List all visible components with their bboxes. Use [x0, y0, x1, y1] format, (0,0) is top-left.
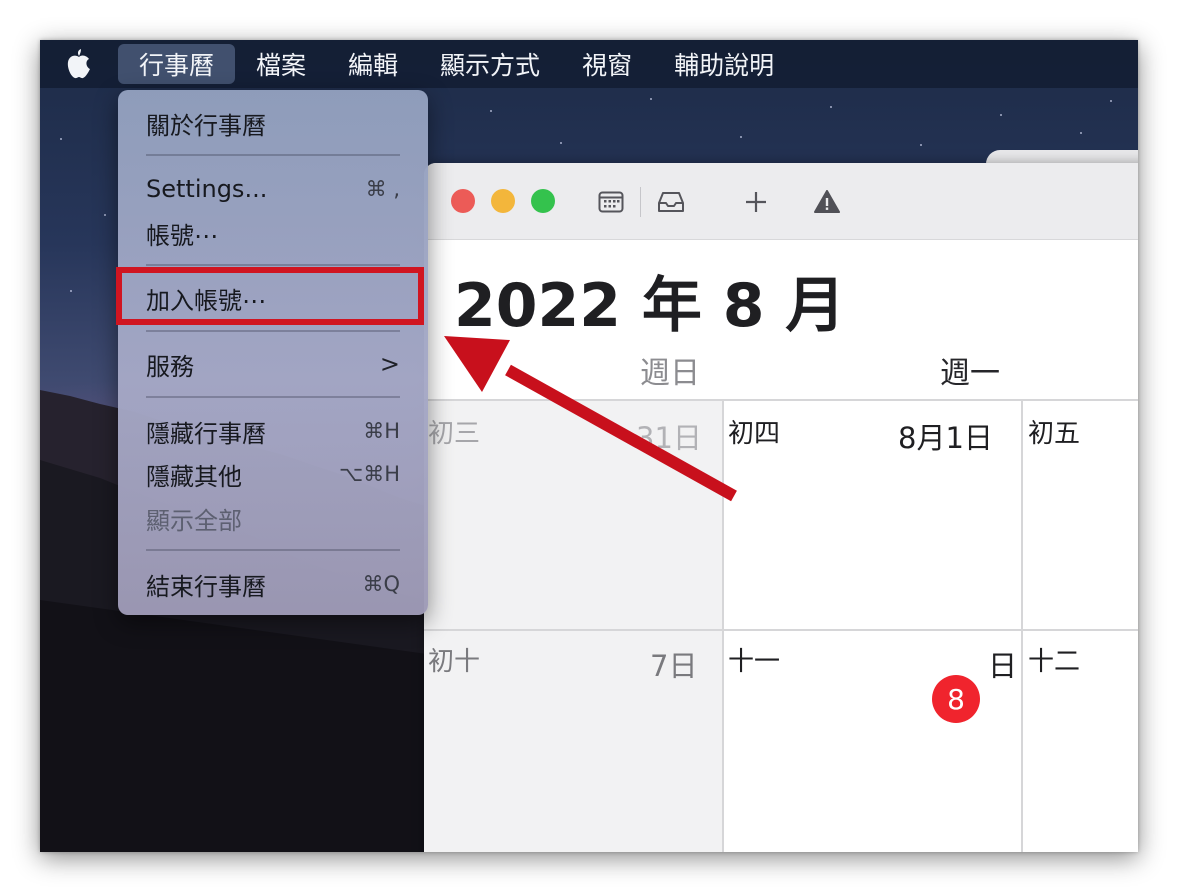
alert-icon[interactable] [810, 185, 844, 219]
menu-help[interactable]: 輔助說明 [653, 44, 795, 84]
star [70, 290, 72, 292]
menu-calendar[interactable]: 行事曆 [118, 44, 236, 84]
menu-item-quit[interactable]: 結束行事曆 ⌘Q [146, 564, 400, 604]
menu-edit[interactable]: 編輯 [327, 44, 419, 84]
shortcut-label: ⌘ , [365, 177, 400, 201]
lunar-date: 十二 [1028, 647, 1081, 677]
shortcut-label: ⌘Q [362, 572, 400, 596]
menu-separator [146, 154, 400, 156]
day-number: 7日 [650, 649, 698, 683]
menu-item-label: 帳號⋯ [146, 221, 218, 250]
close-button[interactable] [451, 189, 475, 213]
calendar-app-menu: 關於行事曆 Settings... ⌘ , 帳號⋯ 加入帳號⋯ 服務 > 隱藏行… [116, 90, 428, 615]
window-toolbar [424, 163, 1138, 240]
star [60, 138, 62, 140]
lunar-date: 初十 [428, 647, 481, 677]
screenshot-frame: 行事曆 檔案 編輯 顯示方式 視窗 輔助說明 2022 年 8 月 週日 週一 … [40, 40, 1138, 852]
menu-view[interactable]: 顯示方式 [419, 44, 561, 84]
weekday-sunday: 週日 [640, 356, 700, 391]
menu-separator [146, 330, 400, 332]
toolbar-divider [640, 187, 641, 217]
menu-separator [146, 396, 400, 398]
star [650, 98, 652, 100]
star [490, 110, 492, 112]
today-badge: 8 [932, 675, 980, 723]
star [560, 142, 562, 144]
weekend-column [424, 401, 724, 852]
menu-separator [146, 549, 400, 551]
grid-line [722, 399, 724, 852]
month-title: 2022 年 8 月 [454, 271, 846, 341]
day-number: 8月1日 [898, 421, 993, 455]
menu-item-label: 服務 [146, 352, 194, 381]
menu-item-hide-others[interactable]: 隱藏其他 ⌥⌘H [146, 454, 400, 494]
zoom-button[interactable] [531, 189, 555, 213]
calendar-window: 2022 年 8 月 週日 週一 初三 31日 初四 8月1日 初五 初十 7日… [424, 163, 1138, 852]
lunar-date: 初四 [728, 419, 781, 449]
shortcut-label: ⌥⌘H [339, 462, 400, 486]
menu-item-label: 隱藏行事曆 [146, 419, 266, 448]
day-suffix: 日 [988, 649, 1018, 683]
menu-item-label: Settings... [146, 175, 268, 203]
day-number: 31日 [636, 421, 702, 455]
inbox-icon[interactable] [654, 185, 688, 219]
highlight-box [116, 267, 424, 325]
shortcut-label: ⌘H [363, 419, 400, 443]
menu-item-settings[interactable]: Settings... ⌘ , [146, 169, 400, 209]
lunar-date: 初五 [1028, 419, 1081, 449]
grid-line [424, 399, 1138, 401]
menu-item-label: 結束行事曆 [146, 572, 266, 601]
menu-item-show-all: 顯示全部 [146, 498, 400, 538]
minimize-button[interactable] [491, 189, 515, 213]
star [920, 144, 922, 146]
menu-item-label: 關於行事曆 [146, 111, 266, 140]
grid-line [1021, 399, 1023, 852]
star [1080, 132, 1082, 134]
add-event-icon[interactable] [739, 185, 773, 219]
menu-item-accounts[interactable]: 帳號⋯ [146, 213, 400, 253]
star [830, 106, 832, 108]
menu-item-label: 顯示全部 [146, 506, 242, 535]
calendar-list-icon[interactable] [594, 185, 628, 219]
menu-item-hide-calendar[interactable]: 隱藏行事曆 ⌘H [146, 411, 400, 451]
lunar-date: 初三 [428, 419, 481, 449]
apple-logo-icon [67, 49, 90, 79]
lunar-date: 十一 [728, 647, 781, 677]
grid-line [424, 629, 1138, 631]
star [1110, 100, 1112, 102]
star [104, 214, 106, 216]
menu-bar: 行事曆 檔案 編輯 顯示方式 視窗 輔助說明 [40, 40, 1138, 88]
menu-separator [146, 264, 400, 266]
apple-menu-button[interactable] [40, 40, 118, 88]
menu-file[interactable]: 檔案 [235, 44, 327, 84]
star [1000, 114, 1002, 116]
menu-item-about[interactable]: 關於行事曆 [146, 103, 400, 143]
menu-item-label: 隱藏其他 [146, 462, 242, 491]
menu-window[interactable]: 視窗 [561, 44, 653, 84]
star [740, 136, 742, 138]
weekday-monday: 週一 [940, 356, 1000, 391]
menu-item-services[interactable]: 服務 > [146, 344, 400, 384]
chevron-right-icon: > [379, 350, 400, 378]
